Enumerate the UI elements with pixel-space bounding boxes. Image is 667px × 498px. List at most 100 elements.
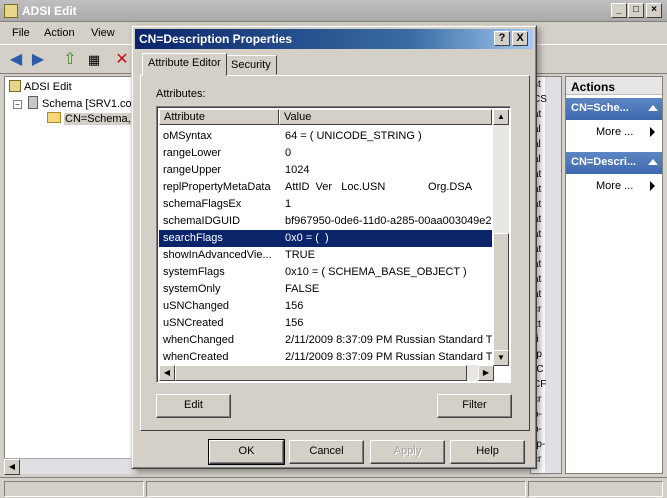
attribute-value-cell: 0x10 = ( SCHEMA_BASE_OBJECT ) [285,266,467,278]
attribute-editor-panel: Attributes: Attribute Value ▲ ▼ ◀ ▶ oMSy… [140,75,530,431]
adsi-edit-app-icon [4,4,18,18]
results-vertical-scrollbar[interactable] [545,77,561,473]
maximize-button[interactable]: □ [628,3,644,18]
tab-security[interactable]: Security [225,55,277,75]
actions-group-schema[interactable]: CN=Sche... [566,98,662,120]
scroll-right-arrow-icon[interactable]: ▶ [478,365,494,381]
cancel-button[interactable]: Cancel [289,440,364,464]
attribute-name-cell: whenChanged [163,334,234,346]
main-titlebar: ADSI Edit _ □ × [0,0,667,22]
column-header-value[interactable]: Value [279,109,492,125]
attribute-name-cell: uSNCreated [163,317,224,329]
attribute-value-cell: AttID Ver Loc.USN Org.DSA [285,181,473,193]
close-window-button[interactable]: × [646,3,662,18]
table-row[interactable]: rangeUpper 1024 [159,162,492,179]
attributes-list[interactable]: Attribute Value ▲ ▼ ◀ ▶ oMSyntax 64 = ( U… [156,106,511,383]
dialog-title: CN=Description Properties [139,32,293,46]
show-hide-console-tree-icon[interactable]: ▦ [84,50,104,70]
menu-file[interactable]: File [12,27,30,39]
tree-item-schema[interactable]: − Schema [SRV1.co [13,96,132,110]
tree-horizontal-scrollbar[interactable]: ◀ [4,458,137,475]
attribute-value-cell: 156 [285,317,304,329]
table-row[interactable]: replPropertyMetaData AttID Ver Loc.USN Or… [159,179,492,196]
help-button[interactable]: Help [450,440,525,464]
delete-icon[interactable]: ✕ [112,50,132,70]
scroll-left-arrow-icon[interactable]: ◀ [4,459,20,475]
actions-more-description[interactable]: More ... [596,180,633,192]
dialog-titlebar: CN=Description Properties ? X [135,29,533,49]
console-tree-pane: ADSI Edit − Schema [SRV1.co CN=Schema,C [4,76,140,474]
adsi-edit-node-icon [9,80,21,92]
properties-dialog: CN=Description Properties ? X Attribute … [131,25,537,469]
attribute-value-cell: 0 [285,147,292,159]
status-bar [0,477,667,498]
attribute-value-cell: 64 = ( UNICODE_STRING ) [285,130,422,142]
table-row[interactable]: schemaFlagsEx 1 [159,196,492,213]
scroll-down-arrow-icon[interactable]: ▼ [493,350,509,366]
actions-header: Actions [566,77,662,95]
table-row[interactable]: oMSyntax 64 = ( UNICODE_STRING ) [159,128,492,145]
table-row[interactable]: searchFlags 0x0 = ( ) [159,230,492,247]
attribute-name-cell: whenCreated [163,351,229,363]
attribute-value-cell: 0x0 = ( ) [285,232,329,244]
tree-item-cn-schema[interactable]: CN=Schema,C [47,112,140,125]
attribute-name-cell: replPropertyMetaData [163,181,271,193]
menu-view[interactable]: View [91,27,115,39]
scroll-left-arrow-icon[interactable]: ◀ [159,365,175,381]
attribute-name-cell: schemaFlagsEx [163,198,242,210]
column-header-attribute[interactable]: Attribute [159,109,279,125]
attribute-name-cell: schemaIDGUID [163,215,241,227]
attribute-name-cell: uSNChanged [163,300,230,312]
scroll-up-arrow-icon[interactable]: ▲ [493,109,509,125]
folder-icon [47,112,61,123]
attributes-label: Attributes: [156,88,206,100]
attribute-value-cell: 156 [285,300,304,312]
attribute-value-cell: 2/11/2009 8:37:09 PM Russian Standard Ti… [285,351,492,363]
dialog-close-button[interactable]: X [512,31,528,46]
ok-button[interactable]: OK [208,439,285,465]
table-row[interactable]: uSNChanged 156 [159,298,492,315]
collapse-icon[interactable]: − [13,100,22,109]
list-horizontal-scrollbar[interactable]: ◀ ▶ [159,365,494,381]
tab-attribute-editor[interactable]: Attribute Editor [142,53,227,76]
up-folder-icon[interactable]: ⇧ [60,50,80,70]
table-row[interactable]: uSNCreated 156 [159,315,492,332]
table-row[interactable]: schemaIDGUID bf967950-0de6-11d0-a285-00aa… [159,213,492,230]
attribute-name-cell: systemOnly [163,283,221,295]
horizontal-scroll-thumb[interactable] [175,365,467,381]
status-cell-3 [528,481,663,497]
filter-button[interactable]: Filter [437,394,512,418]
minimize-button[interactable]: _ [611,3,627,18]
edit-button[interactable]: Edit [156,394,231,418]
attribute-value-cell: bf967950-0de6-11d0-a285-00aa003049e2 [285,215,492,227]
attribute-name-cell: rangeUpper [163,164,222,176]
submenu-arrow-icon [650,181,655,191]
list-vertical-scrollbar[interactable]: ▲ ▼ [493,109,509,366]
vertical-scroll-thumb[interactable] [493,233,509,353]
collapse-triangle-icon[interactable] [648,159,658,165]
server-icon [28,96,38,109]
back-arrow-icon[interactable]: ◀ [6,50,26,70]
attribute-value-cell: 1 [285,198,292,210]
table-row[interactable]: systemOnly FALSE [159,281,492,298]
attribute-value-cell: TRUE [285,249,315,261]
table-row[interactable]: showInAdvancedVie... TRUE [159,247,492,264]
table-row[interactable]: systemFlags 0x10 = ( SCHEMA_BASE_OBJECT ) [159,264,492,281]
table-row[interactable]: whenChanged 2/11/2009 8:37:09 PM Russian … [159,332,492,349]
table-row[interactable]: rangeLower 0 [159,145,492,162]
actions-pane: Actions CN=Sche... More ... CN=Descri...… [565,76,663,474]
actions-more-schema[interactable]: More ... [596,126,633,138]
menu-action[interactable]: Action [44,27,75,39]
status-cell-1 [4,481,144,497]
apply-button[interactable]: Apply [370,440,445,464]
submenu-arrow-icon [650,127,655,137]
forward-arrow-icon[interactable]: ▶ [28,50,48,70]
table-row[interactable]: whenCreated 2/11/2009 8:37:09 PM Russian … [159,349,492,366]
tree-item-adsi-edit[interactable]: ADSI Edit [9,80,72,93]
actions-group-description[interactable]: CN=Descri... [566,152,662,174]
attribute-name-cell: showInAdvancedVie... [163,249,272,261]
context-help-button[interactable]: ? [494,31,510,46]
collapse-triangle-icon[interactable] [648,105,658,111]
status-cell-2 [146,481,526,497]
attribute-value-cell: 1024 [285,164,310,176]
